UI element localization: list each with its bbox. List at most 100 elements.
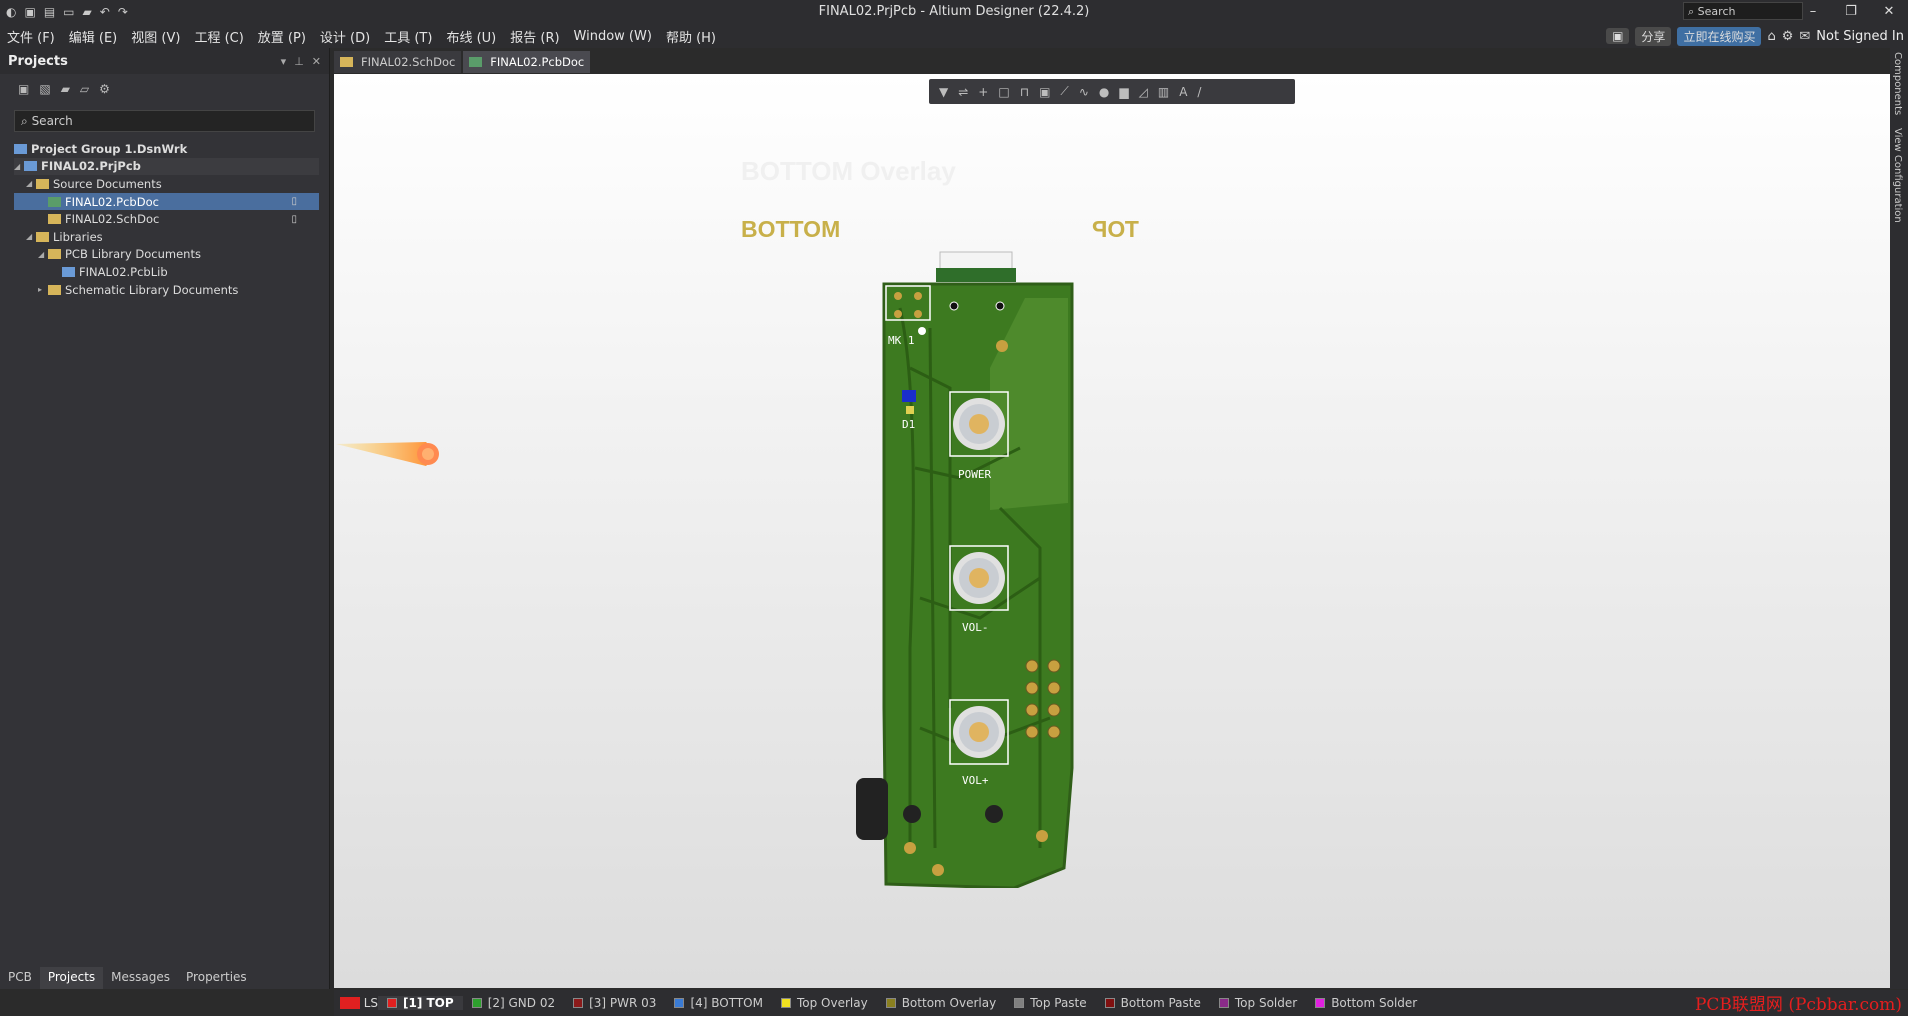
pin-icon[interactable]: ⊥ — [294, 55, 304, 68]
tree-item-schematic-library-documents[interactable]: ▸ Schematic Library Documents — [14, 281, 319, 299]
tree-item-pcb-library-documents[interactable]: ◢ PCB Library Documents — [14, 246, 319, 264]
layer-swatch — [1104, 998, 1115, 1008]
expand-arrow-icon[interactable]: ◢ — [14, 162, 24, 171]
menu-place[interactable]: 放置 (P) — [251, 27, 313, 46]
layer-tab-top-overlay[interactable]: Top Overlay — [772, 996, 877, 1010]
layer-tab-bottom-solder[interactable]: Bottom Solder — [1306, 996, 1426, 1010]
notifications-icon[interactable]: ✉ — [1799, 29, 1810, 44]
menu-reports[interactable]: 报告 (R) — [503, 27, 566, 46]
layer-label: Bottom Paste — [1120, 996, 1201, 1010]
tab-pcbdoc[interactable]: FINAL02.PcbDoc — [463, 51, 591, 73]
menu-edit[interactable]: 编辑 (E) — [62, 27, 125, 46]
buy-online-button[interactable]: 立即在线购买 — [1677, 26, 1762, 46]
diff-pair-icon[interactable]: ∿ — [1079, 85, 1089, 99]
save-all-icon[interactable]: ▤ — [44, 5, 55, 19]
menu-view[interactable]: 视图 (V) — [124, 27, 187, 46]
tab-projects[interactable]: Projects — [39, 967, 104, 989]
tree-label: Project Group 1.DsnWrk — [31, 141, 188, 156]
tree-item-pcbdoc[interactable]: FINAL02.PcbDoc ▯ — [14, 192, 319, 211]
tree-item-project[interactable]: ◢ FINAL02.PrjPcb — [14, 157, 319, 176]
open-icon[interactable]: ▭ — [63, 5, 74, 19]
layer-tab-bottom-paste[interactable]: Bottom Paste — [1096, 996, 1210, 1010]
expand-arrow-icon[interactable]: ◢ — [26, 232, 36, 241]
tab-view-configuration[interactable]: View Configuration — [1892, 128, 1903, 223]
layer-set-label: LS — [363, 996, 378, 1010]
expand-arrow-icon[interactable]: ◢ — [26, 179, 36, 188]
redo-icon[interactable]: ↷ — [118, 5, 128, 19]
menu-help[interactable]: 帮助 (H) — [659, 27, 723, 46]
home-icon[interactable]: ⌂ — [1767, 29, 1775, 44]
app-logo-icon[interactable]: ◐ — [6, 5, 16, 19]
interactive-route-icon[interactable]: ⟋ — [1060, 84, 1068, 99]
tree-item-source-documents[interactable]: ◢ Source Documents — [14, 175, 319, 193]
collapse-arrow-icon[interactable]: ▸ — [38, 285, 48, 294]
menu-tools[interactable]: 工具 (T) — [377, 27, 439, 46]
add-folder-icon[interactable]: ▱ — [80, 82, 89, 96]
layer-swatch — [780, 998, 791, 1008]
line-icon[interactable]: / — [1197, 85, 1201, 99]
layer-tab-top-solder[interactable]: Top Solder — [1210, 996, 1306, 1010]
feedback-icon[interactable]: ▣ — [1606, 28, 1630, 44]
tree-item-libraries[interactable]: ◢ Libraries — [14, 228, 319, 246]
filter-icon[interactable]: ▼ — [939, 85, 948, 99]
close-button[interactable]: ✕ — [1870, 0, 1908, 24]
share-button[interactable]: 分享 — [1635, 26, 1672, 46]
tree-item-pcblib[interactable]: FINAL02.PcbLib — [14, 263, 319, 281]
menu-window[interactable]: Window (W) — [567, 29, 659, 44]
settings-icon[interactable]: ⚙ — [99, 82, 110, 96]
folder-icon — [48, 249, 61, 260]
layer-tab-top[interactable]: [1] TOP — [378, 996, 463, 1010]
route-icon[interactable]: ⇌ — [958, 85, 968, 99]
layer-swatch — [1218, 998, 1229, 1008]
tab-schdoc[interactable]: FINAL02.SchDoc — [334, 51, 462, 73]
pcb-board[interactable]: MK 1 D1 POWER VOL- VOL+ — [840, 248, 1100, 888]
gear-icon[interactable]: ⚙ — [1782, 29, 1794, 44]
menu-design[interactable]: 设计 (D) — [313, 27, 377, 46]
tree-item-project-group[interactable]: Project Group 1.DsnWrk — [14, 140, 319, 158]
pcb-lib-icon — [62, 266, 75, 277]
tab-components[interactable]: Components — [1892, 52, 1903, 115]
global-search[interactable]: ⌕ Search — [1683, 2, 1803, 20]
dimension-icon[interactable]: ▥ — [1158, 85, 1169, 99]
minimize-button[interactable]: – — [1794, 0, 1832, 24]
open-project-icon[interactable]: ▰ — [83, 5, 92, 19]
layer-tab-gnd02[interactable]: [2] GND 02 — [463, 996, 564, 1010]
layer-tab-top-paste[interactable]: Top Paste — [1005, 996, 1095, 1010]
undo-icon[interactable]: ↶ — [100, 5, 110, 19]
tab-pcb[interactable]: PCB — [0, 967, 40, 989]
save-icon[interactable]: ▣ — [24, 5, 35, 19]
open-folder-icon[interactable]: ▰ — [61, 82, 70, 96]
expand-arrow-icon[interactable]: ◢ — [38, 250, 48, 259]
tab-properties[interactable]: Properties — [178, 967, 255, 989]
layer-label: [1] TOP — [403, 996, 454, 1010]
panel-menu-icon[interactable]: ▾ — [281, 55, 287, 68]
pcb-canvas[interactable] — [334, 74, 1890, 988]
text-icon[interactable]: A — [1179, 85, 1187, 99]
polygon-icon[interactable]: ◿ — [1139, 85, 1148, 99]
tab-messages[interactable]: Messages — [103, 967, 178, 989]
cross-icon[interactable]: + — [978, 85, 988, 99]
align-icon[interactable]: ⊓ — [1020, 85, 1029, 99]
tree-item-schdoc[interactable]: FINAL02.SchDoc ▯ — [14, 210, 319, 228]
compile-icon[interactable]: ▧ — [39, 82, 50, 96]
save-project-icon[interactable]: ▣ — [18, 82, 29, 96]
fill-icon[interactable]: ▆ — [1119, 85, 1128, 99]
user-account[interactable]: Not Signed In — [1816, 29, 1904, 44]
layer-set-button[interactable]: LS — [334, 996, 378, 1010]
right-panel-strip: Components View Configuration — [1890, 48, 1908, 989]
via-icon[interactable]: ● — [1099, 85, 1109, 99]
layer-swatch — [573, 998, 584, 1008]
projects-search-input[interactable]: ⌕ Search — [14, 110, 315, 132]
component-icon[interactable]: ▣ — [1039, 85, 1050, 99]
layer-tab-pwr03[interactable]: [3] PWR 03 — [564, 996, 665, 1010]
layer-tab-bottom-overlay[interactable]: Bottom Overlay — [877, 996, 1005, 1010]
tree-label: FINAL02.PcbLib — [79, 264, 168, 279]
panel-close-icon[interactable]: ✕ — [312, 55, 321, 68]
menu-file[interactable]: 文件 (F) — [0, 27, 62, 46]
restore-button[interactable]: ❐ — [1832, 0, 1870, 24]
menu-route[interactable]: 布线 (U) — [439, 27, 503, 46]
menu-project[interactable]: 工程 (C) — [187, 27, 250, 46]
select-rect-icon[interactable]: □ — [998, 85, 1009, 99]
layer-tab-bottom[interactable]: [4] BOTTOM — [665, 996, 772, 1010]
layer-set-swatch — [340, 997, 360, 1009]
